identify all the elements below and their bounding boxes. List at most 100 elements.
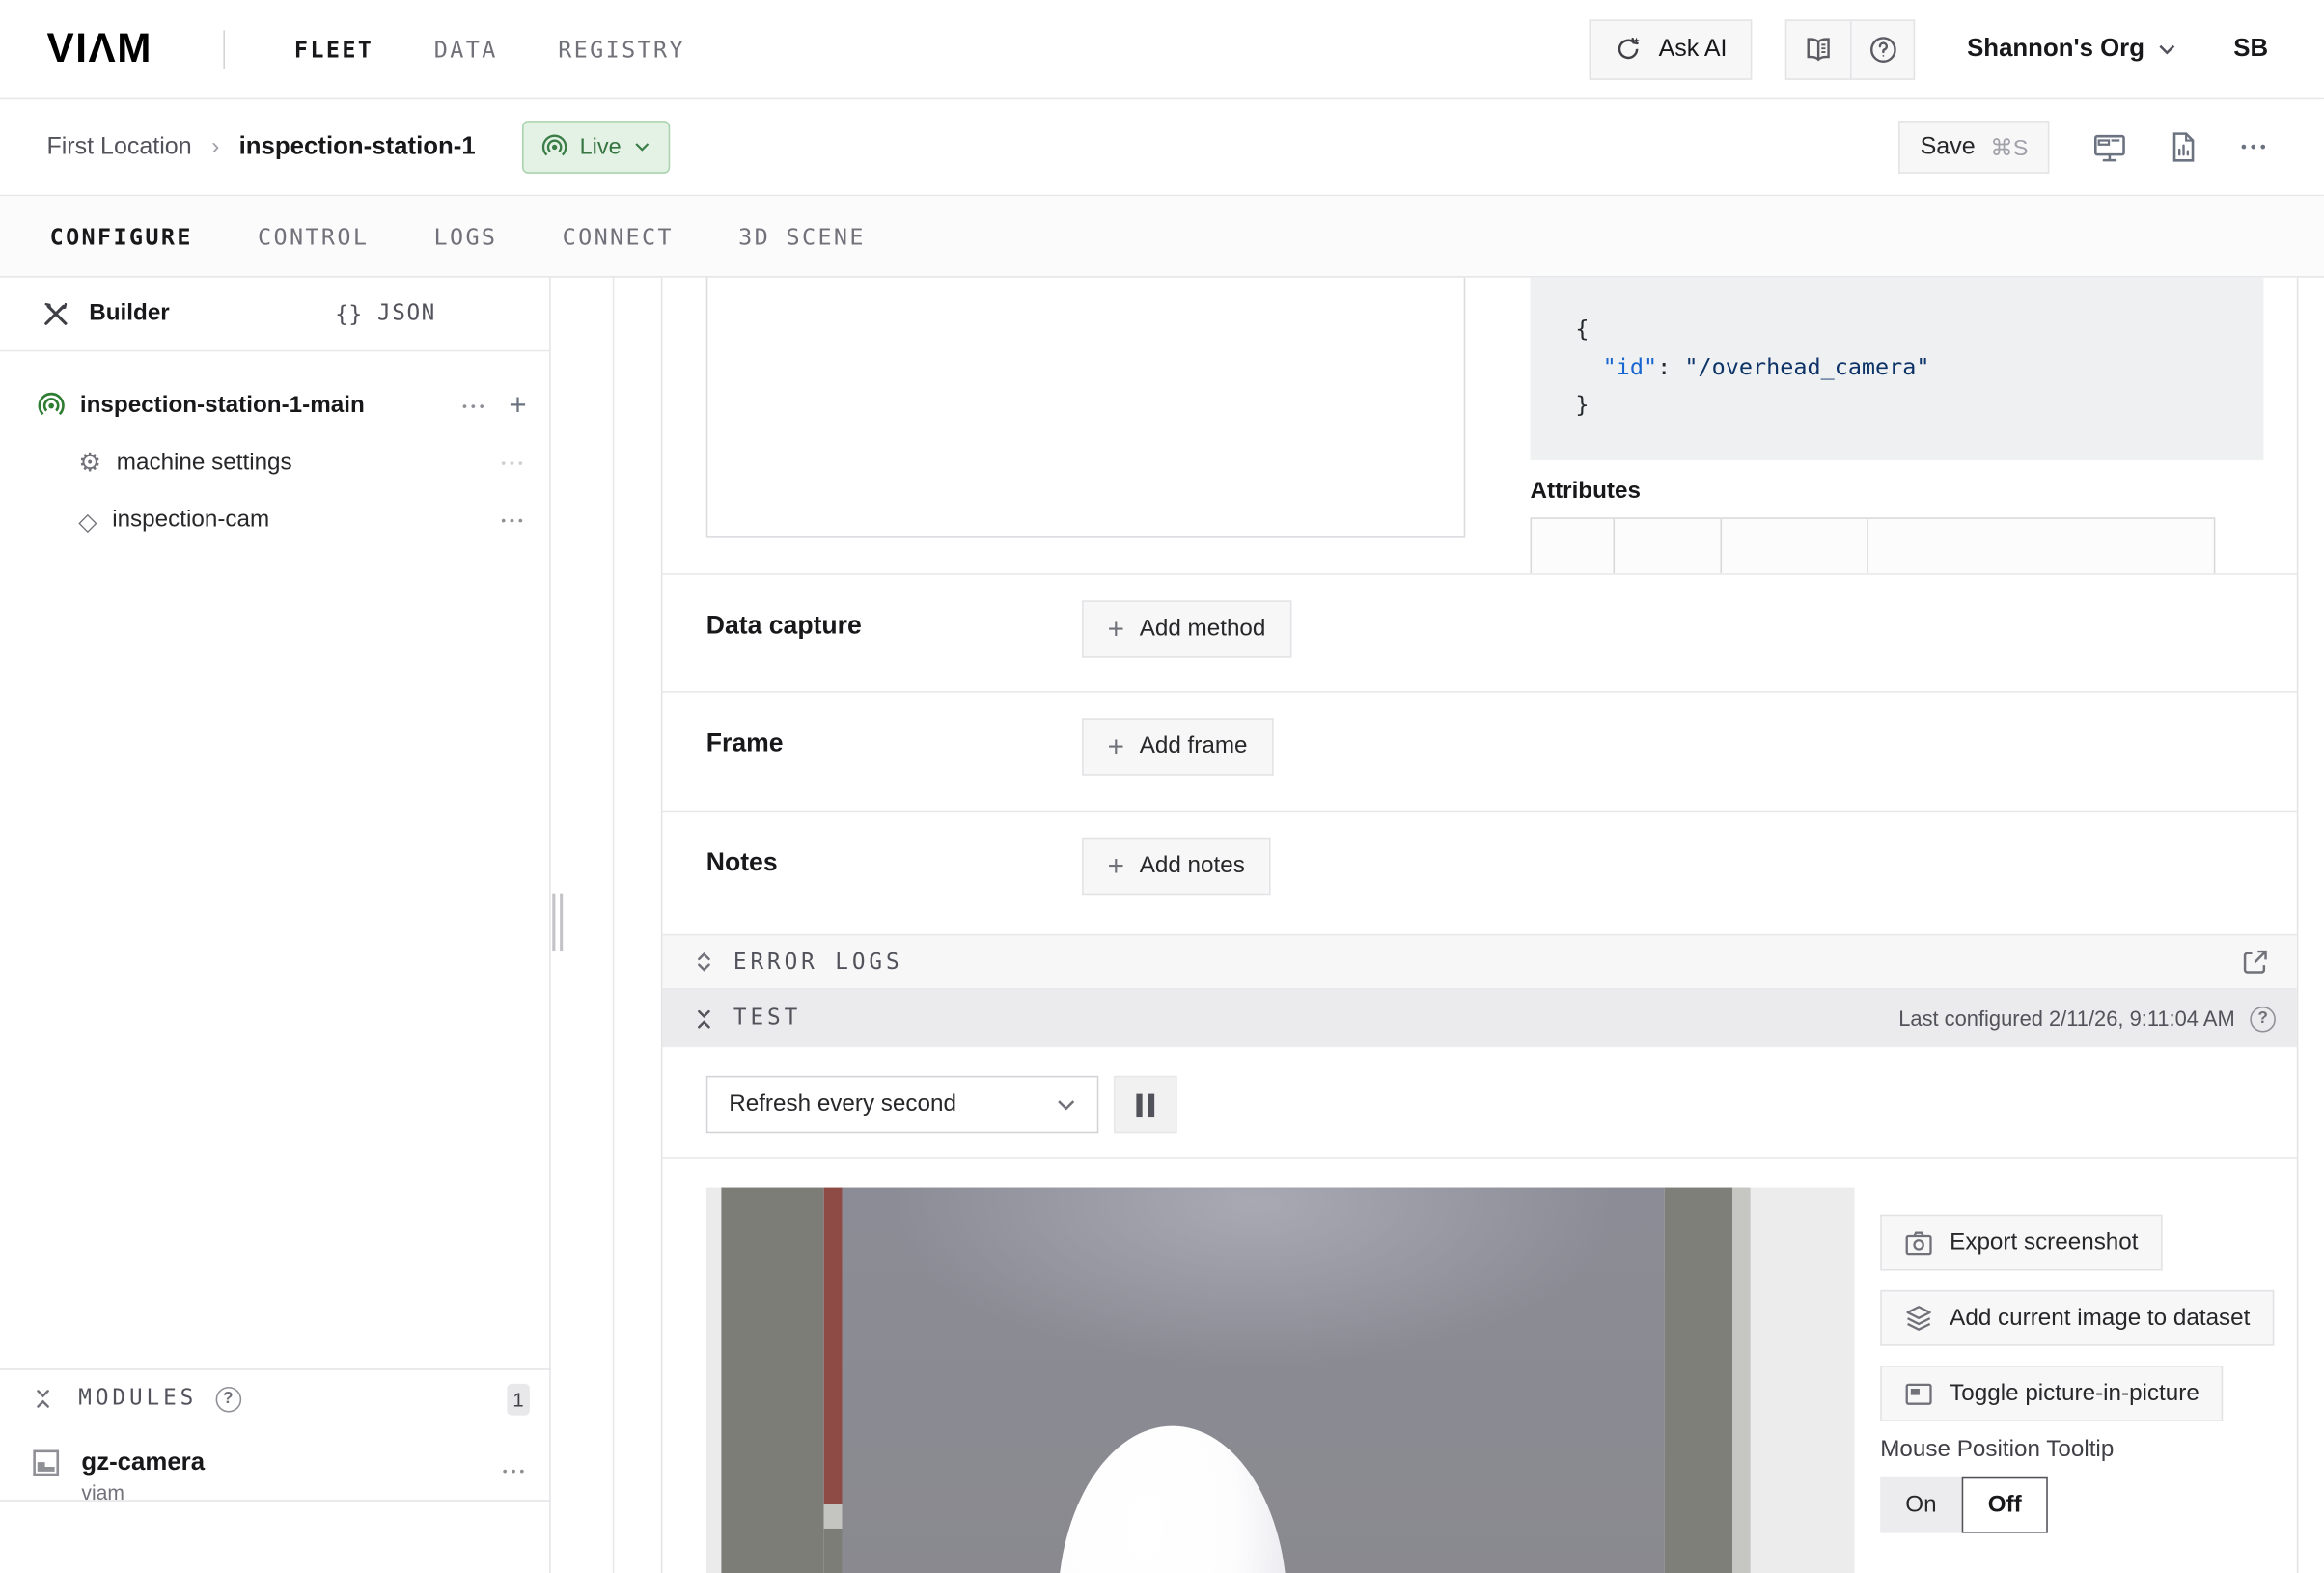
component-preview-box [706, 278, 1465, 538]
save-button[interactable]: Save ⌘S [1899, 121, 2050, 174]
nav-fleet[interactable]: FLEET [294, 36, 374, 63]
gear-icon: ⚙ [78, 448, 101, 478]
pause-icon [1148, 1093, 1154, 1116]
live-status-badge[interactable]: Live [522, 121, 669, 174]
machine-monitor-icon[interactable] [2093, 132, 2126, 162]
builder-tools-icon [41, 299, 70, 329]
json-braces-icon: {} [335, 300, 362, 327]
tree-item-machine-main[interactable]: inspection-station-1-main ••• + [0, 380, 549, 431]
module-menu-icon[interactable]: ••• [503, 1464, 529, 1479]
test-panel: Refresh every second [662, 1047, 2296, 1573]
frame-section: Frame + Add frame [662, 693, 2296, 813]
divider [0, 1500, 551, 1502]
builder-mode-label[interactable]: Builder [89, 300, 170, 327]
module-name: gz-camera [81, 1449, 205, 1477]
tab-configure[interactable]: CONFIGURE [50, 223, 193, 250]
attributes-table-cell [1532, 519, 1615, 575]
data-capture-section: Data capture + Add method [662, 575, 2296, 693]
notes-heading: Notes [706, 848, 778, 878]
config-sidebar: Builder {} JSON inspection-station- [0, 278, 551, 1573]
collapse-icon[interactable] [693, 1006, 715, 1032]
machine-main-menu-icon[interactable]: ••• [462, 399, 488, 414]
attributes-table-cell [1722, 519, 1868, 575]
nav-registry[interactable]: REGISTRY [558, 36, 685, 63]
org-name: Shannon's Org [1967, 35, 2144, 64]
sidebar-resize-handle[interactable] [552, 894, 563, 951]
attributes-table-cell [1868, 519, 2214, 575]
modules-help-icon[interactable]: ? [215, 1386, 241, 1412]
code-editor[interactable]: { "id": "/overhead_camera" } [1530, 278, 2263, 460]
module-row-gz-camera[interactable]: gz-camera viam ••• [0, 1427, 551, 1504]
error-logs-label: ERROR LOGS [733, 950, 903, 974]
top-bar: VIΛM FLEET DATA REGISTRY Ask AI [0, 0, 2324, 99]
camera-scene [842, 1188, 1664, 1573]
org-switcher[interactable]: Shannon's Org [1967, 35, 2176, 64]
builder-json-toggle: Builder {} JSON [0, 278, 549, 352]
export-screenshot-button[interactable]: Export screenshot [1880, 1215, 2162, 1271]
ask-ai-button[interactable]: Ask AI [1590, 19, 1753, 80]
tab-connect[interactable]: CONNECT [563, 223, 674, 250]
component-config-card: { "id": "/overhead_camera" } Attributes [661, 278, 2299, 1573]
divider [613, 278, 615, 1573]
breadcrumb-machine-name: inspection-station-1 [239, 133, 476, 162]
toggle-pip-button[interactable]: Toggle picture-in-picture [1880, 1366, 2224, 1421]
add-component-icon[interactable]: + [509, 391, 526, 421]
attributes-table-cell [1615, 519, 1722, 575]
dataset-layers-icon [1904, 1304, 1933, 1333]
breadcrumb-separator: › [211, 133, 219, 160]
notes-section: Notes + Add notes [662, 812, 2296, 935]
test-bar[interactable]: TEST Last configured 2/11/26, 9:11:04 AM… [662, 990, 2296, 1047]
camera-icon [1904, 1229, 1933, 1256]
inspection-cam-menu-icon[interactable]: ••• [501, 513, 527, 529]
tab-3d-scene[interactable]: 3D SCENE [738, 223, 866, 250]
divider [223, 29, 225, 69]
tree-item-inspection-cam[interactable]: ◇ inspection-cam ••• [0, 495, 549, 546]
help-icon[interactable] [1851, 20, 1915, 77]
expand-icon[interactable] [693, 950, 715, 976]
history-report-icon[interactable] [2170, 131, 2197, 163]
pause-refresh-button[interactable] [1114, 1076, 1177, 1133]
docs-book-icon[interactable] [1787, 20, 1851, 77]
chevron-down-icon [2158, 43, 2176, 56]
viam-logo[interactable]: VIΛM [46, 26, 152, 72]
json-mode-label[interactable]: JSON [377, 302, 436, 326]
last-configured-text: Last configured 2/11/26, 9:11:04 AM [1898, 1007, 2234, 1031]
camera-red-strip [824, 1188, 843, 1504]
live-signal-icon [542, 134, 568, 160]
component-top-section: { "id": "/overhead_camera" } Attributes [662, 278, 2296, 575]
open-external-icon[interactable] [2241, 948, 2270, 977]
modules-header: MODULES ? 1 [0, 1370, 551, 1427]
error-logs-bar[interactable]: ERROR LOGS [662, 935, 2296, 989]
tooltip-toggle: On Off [1880, 1477, 2048, 1533]
test-label: TEST [733, 1007, 801, 1031]
tree-item-machine-settings[interactable]: ⚙ machine settings ••• [0, 437, 549, 488]
tooltip-on-button[interactable]: On [1880, 1477, 1961, 1533]
more-actions-icon[interactable]: ••• [2241, 138, 2270, 156]
data-capture-heading: Data capture [706, 611, 862, 641]
machine-tabs: CONFIGURE CONTROL LOGS CONNECT 3D SCENE [0, 196, 2324, 277]
json-side-panel: { "id": "/overhead_camera" } Attributes [1530, 278, 2263, 575]
test-help-icon[interactable]: ? [2250, 1006, 2276, 1032]
add-method-button[interactable]: + Add method [1082, 600, 1291, 657]
attributes-table [1530, 517, 2215, 574]
frame-heading: Frame [706, 729, 784, 759]
tooltip-off-button[interactable]: Off [1962, 1477, 2048, 1533]
breadcrumb-location[interactable]: First Location [46, 133, 191, 160]
modules-section: MODULES ? 1 gz-camera viam • [0, 1368, 551, 1504]
nav-data[interactable]: DATA [434, 36, 498, 63]
machine-settings-menu-icon[interactable]: ••• [501, 455, 527, 471]
help-group [1785, 19, 1915, 80]
refresh-rate-select[interactable]: Refresh every second [706, 1076, 1099, 1133]
pause-icon [1136, 1093, 1142, 1116]
add-frame-button[interactable]: + Add frame [1082, 718, 1273, 775]
avatar[interactable]: SB [2233, 35, 2268, 64]
module-icon [32, 1449, 61, 1504]
collapse-icon[interactable] [32, 1387, 54, 1411]
code-key: "id" [1603, 353, 1657, 380]
tab-logs[interactable]: LOGS [434, 223, 498, 250]
modules-title: MODULES [78, 1387, 197, 1411]
add-to-dataset-button[interactable]: Add current image to dataset [1880, 1290, 2274, 1346]
tab-control[interactable]: CONTROL [258, 223, 369, 250]
add-notes-button[interactable]: + Add notes [1082, 838, 1270, 895]
primary-nav: FLEET DATA REGISTRY [294, 36, 685, 63]
